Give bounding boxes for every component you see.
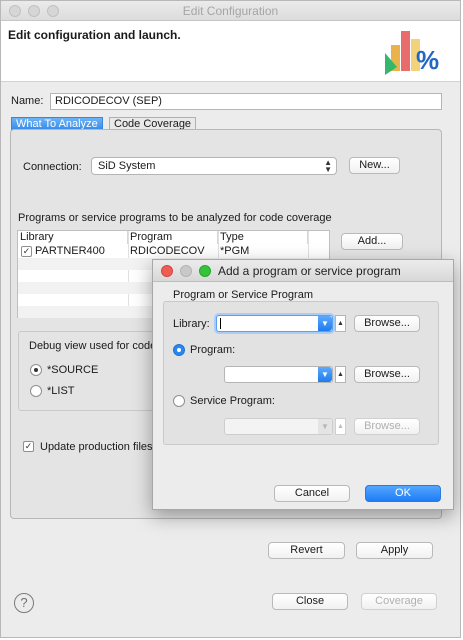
- dialog-titlebar: Add a program or service program: [153, 260, 453, 282]
- service-up-arrow-icon[interactable]: ▲: [335, 418, 346, 435]
- revert-button[interactable]: Revert: [268, 542, 345, 559]
- service-program-combo[interactable]: ▼: [224, 418, 333, 435]
- chevron-down-icon[interactable]: ▼: [318, 316, 332, 331]
- library-up-arrow-icon[interactable]: ▲: [335, 315, 346, 332]
- connection-select[interactable]: SiD System ▲ ▼: [91, 157, 337, 175]
- name-field[interactable]: RDICODECOV (SEP): [50, 93, 442, 110]
- apply-button[interactable]: Apply: [356, 542, 433, 559]
- connection-label: Connection:: [23, 161, 82, 173]
- update-production-checkbox[interactable]: ✓: [23, 441, 34, 452]
- program-browse-button[interactable]: Browse...: [354, 366, 420, 383]
- list-radio-label: *LIST: [47, 385, 75, 397]
- dialog-close-button[interactable]: [161, 265, 173, 277]
- connection-selected-value: SiD System: [98, 160, 156, 172]
- library-combo[interactable]: ▼: [216, 315, 333, 332]
- row-library: PARTNER400: [35, 245, 105, 257]
- coverage-button[interactable]: Coverage: [361, 593, 437, 610]
- new-connection-button[interactable]: New...: [349, 157, 400, 174]
- chevron-updown-icon: ▲ ▼: [324, 158, 332, 174]
- dialog-ok-button[interactable]: OK: [365, 485, 441, 502]
- service-program-radio-label: Service Program:: [190, 395, 275, 407]
- debug-view-label: Debug view used for code: [29, 340, 157, 352]
- window-titlebar: Edit Configuration: [1, 1, 460, 21]
- row-checkbox[interactable]: ✓: [21, 246, 32, 257]
- code-coverage-chart-icon: %: [385, 31, 439, 75]
- window-title: Edit Configuration: [182, 4, 279, 18]
- chevron-down-icon[interactable]: ▼: [318, 419, 332, 434]
- programs-label: Programs or service programs to be analy…: [18, 212, 332, 224]
- svg-text:%: %: [416, 45, 439, 75]
- source-radio-label: *SOURCE: [47, 364, 99, 376]
- column-header-type[interactable]: Type: [218, 231, 308, 244]
- column-header-program[interactable]: Program: [128, 231, 218, 244]
- row-type: *PGM: [220, 245, 250, 257]
- group-label: Program or Service Program: [173, 289, 313, 301]
- help-icon[interactable]: ?: [14, 593, 34, 613]
- dialog-minimize-button[interactable]: [180, 265, 192, 277]
- service-browse-button[interactable]: Browse...: [354, 418, 420, 435]
- text-caret: [220, 318, 221, 329]
- name-label: Name:: [11, 95, 44, 107]
- library-label: Library:: [173, 318, 210, 330]
- column-header-library[interactable]: Library: [18, 231, 128, 244]
- list-radio[interactable]: [30, 385, 42, 397]
- program-combo[interactable]: ▼: [224, 366, 333, 383]
- dialog-header: Edit configuration and launch. %: [1, 21, 460, 82]
- dialog-title: Add a program or service program: [218, 264, 401, 278]
- source-radio[interactable]: [30, 364, 42, 376]
- program-radio-label: Program:: [190, 344, 236, 356]
- row-program: RDICODECOV: [130, 245, 205, 257]
- chevron-down-icon[interactable]: ▼: [318, 367, 332, 382]
- service-program-radio[interactable]: [173, 395, 185, 407]
- close-button[interactable]: Close: [272, 593, 348, 610]
- program-up-arrow-icon[interactable]: ▲: [335, 366, 346, 383]
- update-production-label: Update production files: [40, 441, 153, 453]
- dialog-zoom-button[interactable]: [199, 265, 211, 277]
- program-radio[interactable]: [173, 344, 185, 356]
- add-program-dialog: Add a program or service program Program…: [152, 259, 454, 510]
- header-title: Edit configuration and launch.: [8, 28, 181, 42]
- library-browse-button[interactable]: Browse...: [354, 315, 420, 332]
- add-program-button[interactable]: Add...: [341, 233, 403, 250]
- dialog-cancel-button[interactable]: Cancel: [274, 485, 350, 502]
- table-row[interactable]: ✓ PARTNER400 RDICODECOV *PGM: [18, 245, 329, 257]
